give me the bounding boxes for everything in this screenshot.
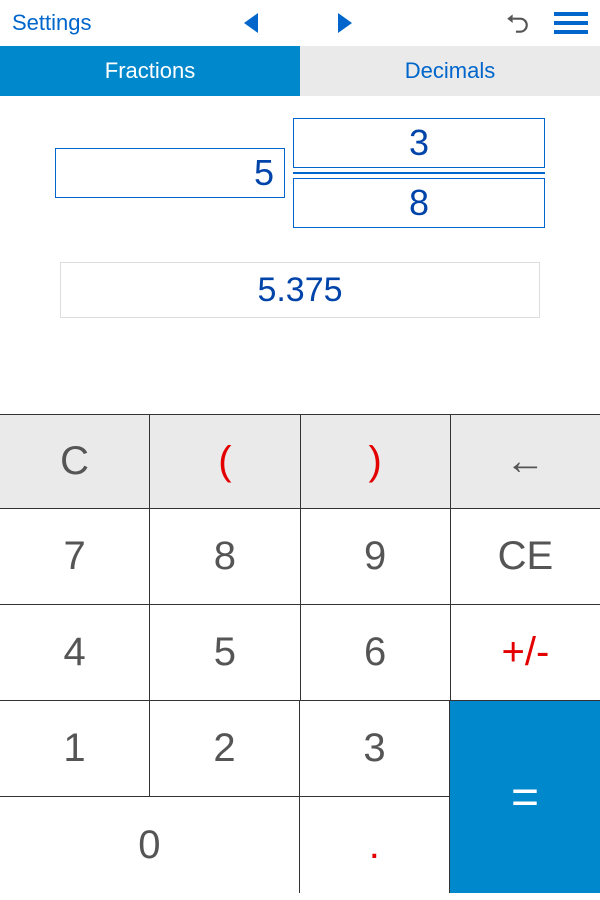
key-left-paren[interactable]: (	[150, 415, 300, 509]
key-right-paren[interactable]: )	[301, 415, 451, 509]
tab-decimals[interactable]: Decimals	[300, 46, 600, 96]
settings-button[interactable]: Settings	[12, 10, 92, 36]
decimal-result: 5.375	[60, 262, 540, 318]
keypad: C ( ) ← 7 8 9 CE 4 5 6 +/- 1 2 3 0 . =	[0, 414, 600, 893]
undo-icon[interactable]	[504, 10, 530, 36]
menu-icon[interactable]	[554, 12, 588, 34]
key-clear[interactable]: C	[0, 415, 150, 509]
display-area: 5 3 8 5.375	[0, 96, 600, 414]
key-5[interactable]: 5	[150, 605, 300, 701]
prev-arrow-icon[interactable]	[244, 13, 258, 33]
fraction-input: 5 3 8	[20, 118, 580, 228]
key-equals[interactable]: =	[450, 701, 600, 893]
key-9[interactable]: 9	[301, 509, 451, 605]
topbar: Settings	[0, 0, 600, 46]
key-3[interactable]: 3	[300, 701, 450, 797]
key-6[interactable]: 6	[301, 605, 451, 701]
tab-fractions[interactable]: Fractions	[0, 46, 300, 96]
key-decimal[interactable]: .	[300, 797, 450, 893]
numerator-field[interactable]: 3	[293, 118, 545, 168]
key-1[interactable]: 1	[0, 701, 150, 797]
key-ce[interactable]: CE	[451, 509, 600, 605]
whole-number-field[interactable]: 5	[55, 148, 285, 198]
fraction-stack: 3 8	[293, 118, 545, 228]
key-4[interactable]: 4	[0, 605, 150, 701]
key-8[interactable]: 8	[150, 509, 300, 605]
denominator-field[interactable]: 8	[293, 178, 545, 228]
key-plus-minus[interactable]: +/-	[451, 605, 600, 701]
key-2[interactable]: 2	[150, 701, 300, 797]
topbar-actions	[504, 10, 588, 36]
topbar-nav	[244, 13, 352, 33]
mode-tabs: Fractions Decimals	[0, 46, 600, 96]
key-0[interactable]: 0	[0, 797, 300, 893]
next-arrow-icon[interactable]	[338, 13, 352, 33]
fraction-bar	[293, 172, 545, 174]
key-7[interactable]: 7	[0, 509, 150, 605]
key-backspace[interactable]: ←	[451, 415, 600, 509]
